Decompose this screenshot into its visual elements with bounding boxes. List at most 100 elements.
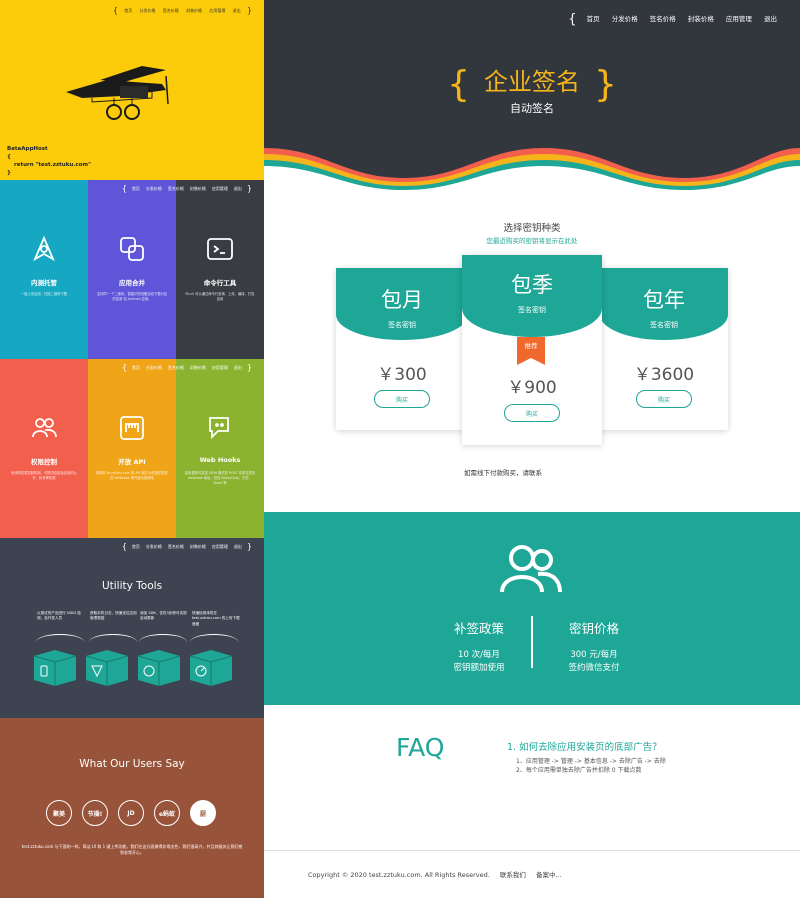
feature-desc: 支持同一 个二维码，智能识别设备自动下载对应的应用 包 Android 应用。 [96, 292, 168, 301]
mini-nav-item[interactable]: 签名价格 [168, 365, 184, 370]
footer: Copyright © 2020 test.zztuku.com. All Ri… [264, 850, 800, 898]
mini-nav-item[interactable]: 首页 [132, 365, 140, 370]
nav-package-price[interactable]: 封装价格 [688, 15, 714, 23]
sdk-box-icon[interactable] [136, 648, 182, 688]
feature-tile: 命令行工具 Fir-cli 可以通过命令行查询、上传、编译、打包应用 [176, 180, 264, 359]
plan-card-yearly: 包年 签名密钥 ￥3600 购买 [600, 268, 728, 430]
client-logo: e蚂蚁 [154, 800, 180, 826]
users-icon [500, 545, 562, 593]
code-snippet: BetaAppHost { return "test.zztuku.com" } [7, 145, 91, 177]
feature-title: 内测托管 [31, 279, 57, 287]
brace-divider [89, 634, 137, 642]
plan-card-monthly: 包月 签名密钥 ￥300 购买 [336, 268, 468, 430]
mini-nav-item[interactable]: 签名价格 [168, 544, 184, 549]
mini-nav-item[interactable]: 首页 [132, 544, 140, 549]
plan-name: 包季 [511, 273, 553, 297]
code-line: return "test.zztuku.com" [14, 162, 91, 168]
feature-tile: 开放 API 简单的 fir.zztuku.com 的 API 接口为您提供更多… [88, 359, 176, 538]
buy-yearly-button[interactable]: 购买 [636, 390, 692, 408]
chat-hook-icon [209, 417, 229, 440]
mini-nav-item[interactable]: 分发价格 [146, 186, 162, 191]
mini-nav-item[interactable]: 分发价格 [140, 8, 156, 13]
nav-distribute-price[interactable]: 分发价格 [612, 15, 638, 23]
nav-app-manage[interactable]: 应用管理 [726, 15, 752, 23]
mini-nav-item[interactable]: 退出 [234, 186, 242, 191]
faq-answer: 2、每个应用需单独去除广告并扣除 0 下载点数 [516, 767, 642, 774]
mini-nav-item[interactable]: 应用管理 [212, 186, 228, 191]
buy-quarterly-button[interactable]: 购买 [504, 404, 560, 422]
faq-question[interactable]: 1. 如何去除应用安装页的底部广告？ [507, 739, 662, 753]
terminal-icon [207, 238, 233, 260]
mini-nav-item[interactable]: 封装价格 [190, 186, 206, 191]
mini-nav-item[interactable]: 签名价格 [163, 8, 179, 13]
feature-desc: Fir-cli 可以通过命令行查询、上传、编译、打包应用 [185, 292, 255, 301]
mini-nav-item[interactable]: 分发价格 [146, 544, 162, 549]
key-price-title: 密钥价格 [568, 621, 619, 636]
copyright: Copyright © 2020 test.zztuku.com. All Ri… [308, 871, 490, 879]
merge-icon [120, 237, 144, 261]
mini-nav: {首页 分发价格 签名价格 封装价格 应用管理 退出} [121, 542, 252, 551]
mini-nav-item[interactable]: 退出 [234, 544, 242, 549]
mini-nav-item[interactable]: 退出 [233, 8, 241, 13]
mini-nav-item[interactable]: 封装价格 [190, 365, 206, 370]
log-box-icon[interactable] [84, 648, 130, 688]
hero-subtitle: 自动签名 [510, 102, 554, 115]
airplane-illustration [66, 66, 169, 120]
plan-name: 包月 [381, 288, 423, 312]
hero-title-wrap: {企业签名} [447, 64, 617, 105]
udid-box-icon[interactable] [32, 648, 78, 688]
testimonials-panel: What Our Users Say 聚美 节操! JD e蚂蚁 厨 test.… [0, 718, 264, 898]
utility-tools-panel: {首页 分发价格 签名价格 封装价格 应用管理 退出} Utility Tools 以测试… [0, 538, 264, 718]
feature-desc: 简单的 fir.zztuku.com 的 API 接口为您提供更多的 Webho… [96, 471, 168, 480]
feature-tile: 内测托管 一键上传应用，扫描二维码下载 [0, 180, 88, 359]
nav-sign-price[interactable]: 签名价格 [650, 15, 676, 23]
feature-tile: Web Hooks 应用更新时发送 JSON 格式的 POST 请求至您的 we… [176, 359, 264, 538]
plan-price: ￥3600 [633, 365, 695, 385]
client-logo: 节操! [82, 800, 108, 826]
plan-price: ￥300 [377, 365, 427, 385]
plan-key-label: 签名密钥 [650, 321, 678, 329]
buy-monthly-button[interactable]: 购买 [374, 390, 430, 408]
tool-desc: 添加 SDK，仅仅3步即可实现自动更新 [140, 611, 187, 621]
plan-key-label: 签名密钥 [388, 321, 416, 329]
preview-strip: { 首页 分发价格 签名价格 封装价格 应用管理 退出 } BetaAppHos… [0, 0, 264, 898]
mini-nav-item[interactable]: 应用管理 [212, 544, 228, 549]
code-line: } [7, 170, 11, 176]
resign-policy-title: 补签政策 [453, 621, 504, 636]
icp-text: 备案中... [535, 871, 562, 879]
tool-desc: 以测试的产品进行 UDID 检测，及开发人员 [37, 611, 81, 621]
mini-nav-item[interactable]: 首页 [132, 186, 140, 191]
brace-divider [36, 634, 84, 642]
mini-nav: {首页 分发价格 签名价格 封装价格 应用管理 退出} [121, 184, 252, 193]
policy-line: 签约微信支付 [568, 663, 620, 673]
mini-nav-item[interactable]: 退出 [234, 365, 242, 370]
mini-nav-item[interactable]: 封装价格 [186, 8, 202, 13]
mini-nav-item[interactable]: 应用管理 [209, 8, 225, 13]
mini-nav-item[interactable]: 签名价格 [168, 186, 184, 191]
client-logo: JD [118, 800, 144, 826]
nav-home[interactable]: 首页 [587, 15, 600, 23]
pricing-hint: 您最近购买的密钥将显示在此处 [486, 237, 578, 245]
feature-tile: 应用合并 支持同一 个二维码，智能识别设备自动下载对应的应用 包 Android… [88, 180, 176, 359]
plan-card-quarterly: 包季 签名密钥 推荐 ￥900 购买 [462, 255, 602, 445]
contact-link[interactable]: 联系我们 [500, 871, 526, 879]
testimonials-title: What Our Users Say [79, 758, 185, 770]
speed-box-icon[interactable] [188, 648, 234, 688]
api-port-icon [120, 416, 144, 440]
hero: { 首页 分发价格 签名价格 封装价格 应用管理 退出 {企业签名} 自动签名 [264, 0, 800, 190]
feature-title: Web Hooks [199, 456, 241, 464]
mini-nav-item[interactable]: 封装价格 [190, 544, 206, 549]
mini-nav: {首页 分发价格 签名价格 封装价格 应用管理 退出} [121, 363, 252, 372]
code-line: { [7, 154, 11, 160]
brace-divider [190, 634, 238, 642]
mini-nav-item[interactable]: 应用管理 [212, 365, 228, 370]
mini-nav-item[interactable]: 首页 [124, 8, 132, 13]
nav-logout[interactable]: 退出 [764, 15, 777, 23]
feature-desc: 一键上传应用，扫描二维码下载 [20, 292, 68, 296]
top-nav: { 首页 分发价格 签名价格 封装价格 应用管理 退出 [568, 12, 777, 27]
rocket-icon [33, 235, 55, 262]
feature-title: 开放 API [118, 458, 146, 466]
faq-title: FAQ [396, 733, 445, 762]
users-icon [32, 418, 57, 438]
mini-nav-item[interactable]: 分发价格 [146, 365, 162, 370]
